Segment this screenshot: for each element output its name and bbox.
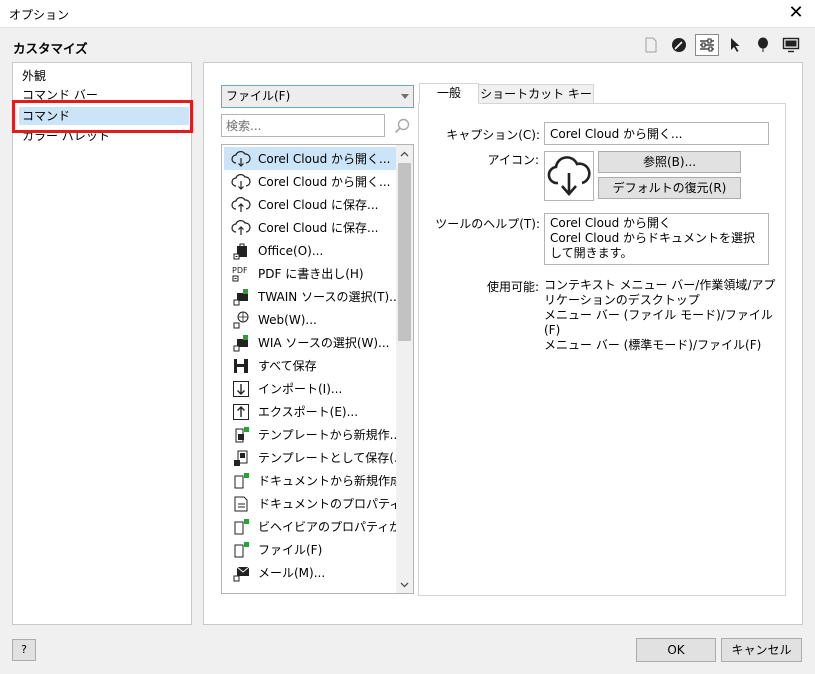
icon-label: アイコン: [487,153,539,167]
list-item[interactable]: WIA ソースの選択(W)... [224,331,396,354]
sliders-icon[interactable] [695,34,719,56]
caption-label: キャプション(C): [446,128,540,142]
cloud-save-icon [229,195,253,215]
tree-item-appearance[interactable]: 外観 [22,67,46,85]
pdf-icon: PDF [229,264,253,284]
section-title: カスタマイズ [13,41,88,56]
cloud-open-icon [229,149,253,169]
command-list[interactable]: Corel Cloud から開く... Corel Cloud から開く... … [221,144,414,594]
list-item[interactable]: インポート(I)... [224,377,396,400]
window-title: オプション [9,8,70,22]
cloud-download-icon [544,151,594,201]
page-icon[interactable] [639,34,663,56]
list-item[interactable]: メール(M)... [224,561,396,584]
title-bar: オプション ✕ [0,0,815,28]
restore-default-button[interactable]: デフォルトの復元(R) [598,177,741,199]
available-value: コンテキスト メニュー バー/作業領域/アプリケーションのデスクトップ メニュー… [544,278,776,352]
list-item[interactable]: Corel Cloud に保存... [224,216,396,239]
list-item[interactable]: ドキュメントから新規作成 [224,469,396,492]
tooltip-field[interactable]: Corel Cloud から開く Corel Cloud からドキュメントを選択… [544,213,769,265]
tab-general[interactable]: 一般 [419,83,479,104]
help-button[interactable]: ? [12,639,36,661]
search-icon[interactable] [391,115,413,137]
available-label: 使用可能: [486,280,539,294]
list-item[interactable]: Corel Cloud から開く... [224,170,396,193]
import-icon [229,379,253,399]
office-icon [229,241,253,261]
header-toolbar [639,34,803,56]
category-tree: 外観 コマンド バー カラー パレット コマンド [12,62,192,625]
svg-text:PDF: PDF [232,266,248,275]
cloud-save-icon [229,218,253,238]
list-item[interactable]: Corel Cloud から開く... [224,147,396,170]
wia-icon [229,333,253,353]
behavior-properties-icon [229,517,253,537]
save-all-icon [229,356,253,376]
tooltip-label: ツールのヘルプ(T): [435,217,540,231]
pointer-icon[interactable] [723,34,747,56]
chevron-down-icon[interactable] [396,576,413,593]
list-item[interactable]: テンプレートとして保存(... [224,446,396,469]
tree-item-commands[interactable]: コマンド [19,107,189,125]
chevron-down-icon [401,94,409,99]
category-dropdown-value: ファイル(F) [226,89,291,103]
list-item[interactable]: エクスポート(E)... [224,400,396,423]
list-item[interactable]: すべて保存 [224,354,396,377]
list-item[interactable]: ファイル(F) [224,538,396,561]
new-from-template-icon [229,425,253,445]
list-item[interactable]: TWAIN ソースの選択(T)... [224,285,396,308]
ok-button[interactable]: OK [636,638,716,662]
list-item[interactable]: PDF PDF に書き出し(H) [224,262,396,285]
close-button[interactable]: ✕ [785,2,807,24]
tree-item-command-bars[interactable]: コマンド バー [22,86,98,104]
twain-icon [229,287,253,307]
cancel-button[interactable]: キャンセル [721,638,802,662]
document-properties-icon [229,494,253,514]
caption-field[interactable]: Corel Cloud から開く... [544,122,769,145]
command-list-scrollbar[interactable] [396,145,413,593]
tree-item-color-palette[interactable]: カラー パレット [22,127,110,145]
tab-shortcut-keys[interactable]: ショートカット キー [478,84,594,104]
monitor-icon[interactable] [779,34,803,56]
category-dropdown[interactable]: ファイル(F) [221,85,414,108]
new-from-document-icon [229,471,253,491]
save-as-template-icon [229,448,253,468]
balloon-icon[interactable] [751,34,775,56]
list-item[interactable]: ドキュメントのプロパティ(P... [224,492,396,515]
scrollbar-thumb[interactable] [398,163,411,341]
list-item[interactable]: Corel Cloud に保存... [224,193,396,216]
web-icon [229,310,253,330]
options-header: カスタマイズ [0,28,815,62]
list-item[interactable]: Office(O)... [224,239,396,262]
search-input[interactable] [221,114,385,137]
cloud-open-icon [229,172,253,192]
mail-icon [229,563,253,583]
list-item[interactable]: テンプレートから新規作... [224,423,396,446]
list-item[interactable]: ビヘイビアのプロパティが... [224,515,396,538]
chevron-up-icon[interactable] [396,145,413,162]
pen-nib-icon[interactable] [667,34,691,56]
list-item[interactable]: Web(W)... [224,308,396,331]
export-icon [229,402,253,422]
new-file-icon [229,540,253,560]
browse-button[interactable]: 参照(B)... [598,151,741,173]
